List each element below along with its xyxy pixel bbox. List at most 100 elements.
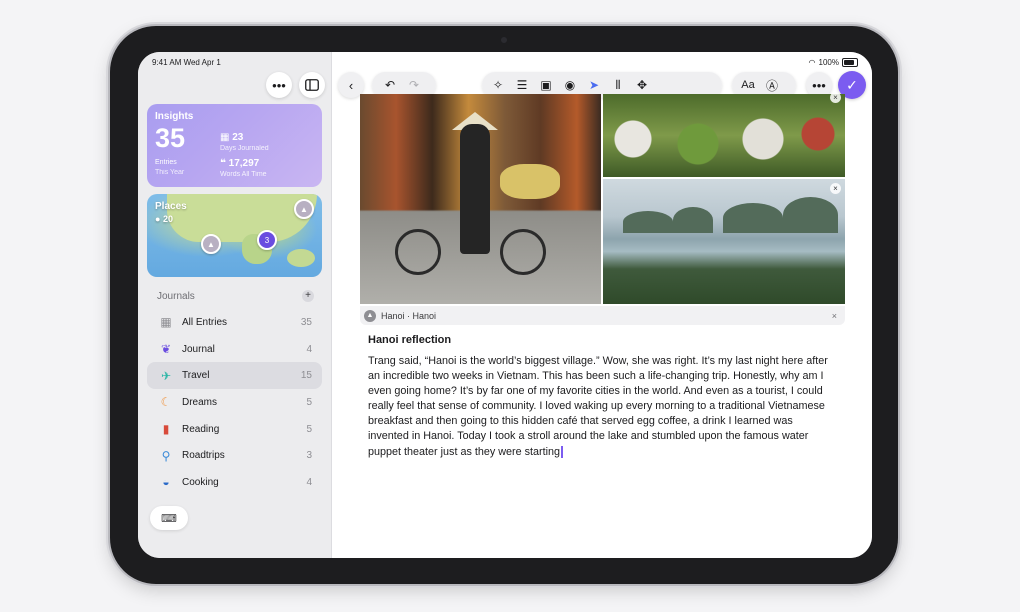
location-bar[interactable]: ▲ Hanoi · Hanoi × bbox=[360, 306, 845, 325]
photo-street-vendor[interactable] bbox=[360, 94, 601, 304]
sidebar-item-dreams[interactable]: ☾ Dreams 5 bbox=[147, 389, 322, 416]
sidebar-item-label: Dreams bbox=[182, 396, 218, 408]
sidebar-item-count: 35 bbox=[300, 316, 312, 328]
karst-hill-shape bbox=[783, 197, 838, 233]
battery-icon bbox=[842, 58, 858, 67]
map-pin-cluster[interactable]: 3 bbox=[257, 230, 277, 250]
font-button[interactable]: Aa bbox=[736, 79, 760, 91]
remove-photo-icon[interactable]: × bbox=[830, 94, 841, 103]
bicycle-wheel-shape bbox=[500, 229, 546, 275]
sidebar-item-all-entries[interactable]: ▦ All Entries 35 bbox=[147, 309, 322, 336]
screen: 9:41 AM Wed Apr 1 ••• Insights 35 Entrie… bbox=[138, 52, 872, 558]
entry-body: Trang said, “Hanoi is the world’s bigges… bbox=[368, 355, 828, 458]
sidebar-item-reading[interactable]: ▮ Reading 5 bbox=[147, 416, 322, 443]
sidebar-icon bbox=[305, 79, 319, 91]
quote-icon: ❝ bbox=[220, 158, 226, 169]
undo-icon[interactable]: ↶ bbox=[378, 78, 402, 92]
insights-days-label: Days Journaled bbox=[220, 145, 269, 152]
pan-icon: ◒ bbox=[162, 475, 170, 490]
drawing-icon[interactable]: ✥ bbox=[630, 78, 654, 92]
location-text: Hanoi · Hanoi bbox=[381, 310, 437, 321]
entry-title[interactable]: Hanoi reflection bbox=[368, 334, 451, 346]
bicycle-wheel-shape bbox=[395, 229, 441, 275]
bicycle-icon: ⚲ bbox=[161, 448, 171, 463]
pin-icon: ● bbox=[155, 214, 161, 224]
insights-days: ▦ 23 bbox=[220, 132, 243, 143]
sidebar-item-count: 4 bbox=[306, 476, 312, 488]
chevron-left-icon: ‹ bbox=[348, 77, 354, 93]
checkmark-icon: ✓ bbox=[846, 76, 858, 93]
markup-icon[interactable]: Ⓐ bbox=[760, 77, 784, 94]
places-count-value: 20 bbox=[162, 214, 173, 224]
map-pin[interactable]: ▲ bbox=[201, 234, 221, 254]
insights-words-label: Words All Time bbox=[220, 171, 267, 178]
sidebar: 9:41 AM Wed Apr 1 ••• Insights 35 Entrie… bbox=[138, 52, 332, 558]
battery-percent: 100% bbox=[818, 58, 839, 67]
sidebar-item-roadtrips[interactable]: ⚲ Roadtrips 3 bbox=[147, 442, 322, 469]
sidebar-item-count: 3 bbox=[306, 450, 312, 462]
insights-entries-count: 35 bbox=[155, 123, 186, 153]
sidebar-item-label: Roadtrips bbox=[182, 450, 225, 462]
photo-pin-icon: ▲ bbox=[300, 204, 308, 214]
sidebar-item-journal[interactable]: ❦ Journal 4 bbox=[147, 336, 322, 363]
audio-waveform-icon[interactable]: ⦀ bbox=[606, 78, 630, 93]
keyboard-button[interactable]: ⌨ bbox=[150, 506, 188, 530]
sidebar-item-count: 15 bbox=[300, 370, 312, 382]
calendar-icon: ▦ bbox=[220, 132, 230, 143]
add-journal-button[interactable]: + bbox=[302, 290, 314, 302]
ellipsis-icon: ••• bbox=[272, 77, 286, 93]
sidebar-item-cooking[interactable]: ◒ Cooking 4 bbox=[147, 469, 322, 496]
toggle-sidebar-button[interactable] bbox=[299, 72, 325, 98]
places-title: Places bbox=[155, 201, 187, 212]
insights-card[interactable]: Insights 35 Entries This Year ▦ 23 Days … bbox=[147, 104, 322, 187]
entry-editor: ◠ 100% ‹ ↶ ↷ ✧ ☰ ▣ ◉ ➤ ⦀ ✥ Aa Ⓐ ••• ✓ × … bbox=[332, 52, 872, 558]
fruit-basket-shape bbox=[500, 164, 560, 199]
sidebar-item-label: All Entries bbox=[182, 316, 228, 328]
location-arrow-icon[interactable]: ➤ bbox=[582, 78, 606, 92]
photo-pin-icon: ▲ bbox=[207, 239, 215, 249]
status-time: 9:41 AM Wed Apr 1 bbox=[152, 58, 221, 67]
keyboard-icon: ⌨ bbox=[161, 512, 177, 525]
sidebar-item-label: Travel bbox=[182, 370, 210, 382]
journals-header: Journals bbox=[157, 291, 195, 302]
journal-list: ▦ All Entries 35 ❦ Journal 4 ✈ Travel 15… bbox=[147, 309, 322, 496]
location-pin-icon: ▲ bbox=[364, 309, 376, 322]
status-right: ◠ 100% bbox=[809, 58, 858, 67]
text-format-icon[interactable]: ☰ bbox=[510, 78, 534, 92]
remove-location-icon[interactable]: × bbox=[832, 311, 837, 321]
map-pin[interactable]: ▲ bbox=[294, 199, 314, 219]
more-options-button[interactable]: ••• bbox=[266, 72, 292, 98]
ipad-device: 9:41 AM Wed Apr 1 ••• Insights 35 Entrie… bbox=[110, 26, 898, 584]
map-landmass bbox=[287, 249, 315, 267]
magic-wand-icon[interactable]: ✧ bbox=[486, 78, 510, 92]
insights-words-value: 17,297 bbox=[228, 158, 260, 169]
front-camera bbox=[501, 37, 507, 43]
airplane-icon: ✈ bbox=[160, 368, 172, 383]
insights-title: Insights bbox=[155, 111, 194, 122]
insights-days-value: 23 bbox=[232, 132, 244, 143]
sidebar-item-label: Cooking bbox=[182, 476, 219, 488]
ellipsis-icon: ••• bbox=[812, 77, 826, 93]
remove-photo-icon[interactable]: × bbox=[830, 183, 841, 194]
insights-entries-label: Entries bbox=[155, 159, 177, 166]
sidebar-item-label: Reading bbox=[182, 423, 220, 435]
entry-body-text[interactable]: Trang said, “Hanoi is the world’s bigges… bbox=[368, 354, 833, 460]
karst-hill-shape bbox=[673, 207, 713, 233]
photo-market-produce[interactable]: × bbox=[603, 94, 845, 177]
wifi-icon: ◠ bbox=[808, 58, 816, 67]
redo-icon[interactable]: ↷ bbox=[402, 78, 426, 92]
text-cursor bbox=[561, 445, 563, 458]
sidebar-item-travel[interactable]: ✈ Travel 15 bbox=[147, 362, 322, 390]
butterfly-icon: ❦ bbox=[160, 342, 172, 357]
grid-icon: ▦ bbox=[160, 315, 172, 330]
places-card[interactable]: Places ● 20 ▲ ▲ 3 bbox=[147, 194, 322, 277]
sidebar-item-label: Journal bbox=[182, 343, 215, 355]
moon-icon: ☾ bbox=[160, 395, 172, 410]
vendor-figure-shape bbox=[460, 124, 490, 254]
sidebar-item-count: 5 bbox=[306, 396, 312, 408]
camera-icon[interactable]: ◉ bbox=[558, 78, 582, 92]
insights-words: ❝ 17,297 bbox=[220, 158, 259, 169]
photo-library-icon[interactable]: ▣ bbox=[534, 78, 558, 92]
places-count: ● 20 bbox=[155, 214, 173, 224]
photo-halong-bay[interactable]: × bbox=[603, 179, 845, 304]
